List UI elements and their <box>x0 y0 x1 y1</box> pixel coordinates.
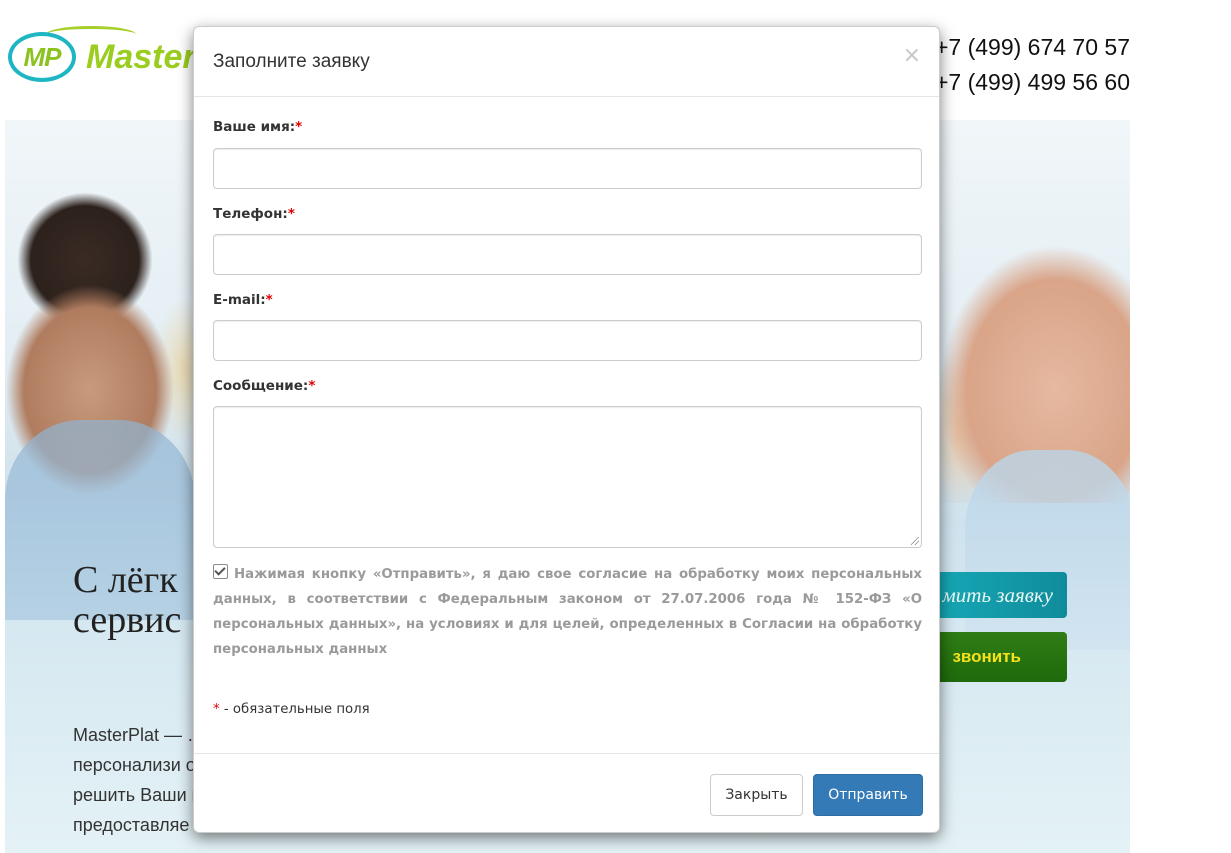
phone-label-text: Телефон: <box>213 206 288 222</box>
email-label: E-mail:* <box>213 292 273 308</box>
message-label: Сообщение:* <box>213 378 315 394</box>
hero-photo-person-right <box>965 450 1130 650</box>
modal-footer: Закрыть Отправить <box>194 753 939 833</box>
logo-text: Master <box>86 38 196 76</box>
callback-button[interactable]: звонить <box>930 632 1067 682</box>
required-asterisk: * <box>295 119 303 135</box>
name-label: Ваше имя:* <box>213 119 302 135</box>
message-label-text: Сообщение: <box>213 378 309 394</box>
required-asterisk: * <box>308 378 316 394</box>
required-fields-note: * - обязательные поля <box>213 702 370 717</box>
modal-title: Заполните заявку <box>213 51 370 72</box>
order-button[interactable]: мить заявку <box>930 572 1067 618</box>
consent-block: Нажимая кнопку «Отправить», я даю свое с… <box>213 562 922 662</box>
site-logo[interactable]: MP Master <box>6 24 206 90</box>
email-input[interactable] <box>213 320 922 361</box>
consent-checkbox[interactable] <box>213 564 228 579</box>
message-textarea[interactable] <box>213 406 922 548</box>
close-icon[interactable]: × <box>903 45 921 67</box>
email-label-text: E-mail: <box>213 292 266 308</box>
required-note-text: - обязательные поля <box>219 702 370 717</box>
consent-text: Нажимая кнопку «Отправить», я даю свое с… <box>213 567 922 657</box>
resize-handle-icon[interactable] <box>911 537 919 545</box>
close-button[interactable]: Закрыть <box>710 774 803 816</box>
header-phones: +7 (499) 674 70 57 +7 (499) 499 56 60 <box>935 30 1130 100</box>
phone-number-2[interactable]: +7 (499) 499 56 60 <box>935 65 1130 100</box>
hero-title-line-1: С лёгк <box>73 559 178 601</box>
send-button[interactable]: Отправить <box>813 774 923 816</box>
phone-number-1[interactable]: +7 (499) 674 70 57 <box>935 30 1130 65</box>
required-asterisk: * <box>213 702 220 717</box>
hero-title-line-2: сервис <box>73 599 182 641</box>
phone-input[interactable] <box>213 234 922 275</box>
phone-label: Телефон:* <box>213 206 295 222</box>
modal-header: Заполните заявку × <box>194 27 939 97</box>
hero-title: С лёгк сервис <box>73 560 181 640</box>
required-asterisk: * <box>265 292 273 308</box>
name-label-text: Ваше имя: <box>213 119 296 135</box>
request-modal: Заполните заявку × Ваше имя:* Телефон:* … <box>193 26 940 833</box>
required-asterisk: * <box>287 206 295 222</box>
name-input[interactable] <box>213 148 922 189</box>
logo-mark: MP <box>8 32 76 82</box>
